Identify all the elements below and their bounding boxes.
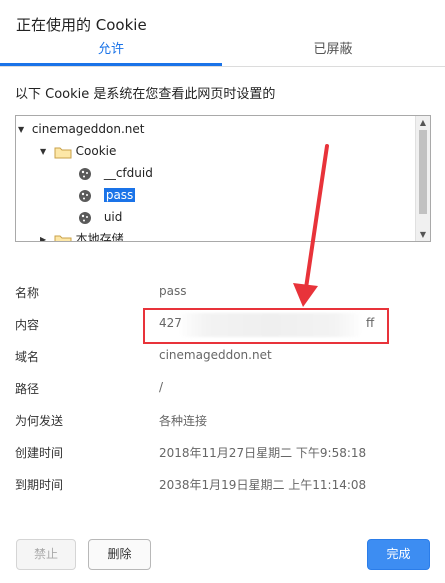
expand-triangle-icon[interactable]: ▼: [18, 120, 28, 140]
block-button[interactable]: 禁止: [16, 539, 76, 570]
cookie-icon: [78, 211, 92, 225]
tree-item-folder-label: Cookie: [75, 144, 117, 158]
cookie-tree[interactable]: ▼ cinemageddon.net ▼ Cookie __cfduid pas…: [15, 115, 431, 242]
cookie-description: 以下 Cookie 是系统在您查看此网页时设置的: [15, 87, 276, 102]
detail-label-domain: 域名: [15, 350, 40, 364]
cookie-icon: [78, 189, 92, 203]
detail-value-send-for: 各种连接: [159, 414, 208, 428]
tree-item-cookie-label: uid: [103, 210, 123, 224]
tree-item-site-label: cinemageddon.net: [31, 122, 145, 136]
tree-item-site[interactable]: ▼ cinemageddon.net: [18, 119, 144, 139]
cookie-icon: [78, 167, 92, 181]
tab-divider: [0, 66, 445, 67]
detail-label-content: 内容: [15, 318, 40, 332]
tree-scrollbar[interactable]: ▲ ▼: [415, 116, 430, 241]
collapse-triangle-icon[interactable]: ▶: [40, 230, 50, 242]
detail-value-expires: 2038年1月19日星期二 上午11:14:08: [159, 478, 367, 492]
tree-item-cookie-label: pass: [103, 188, 136, 202]
content-highlight-box: [143, 308, 389, 344]
detail-label-path: 路径: [15, 382, 40, 396]
folder-icon: [54, 233, 72, 241]
detail-value-domain: cinemageddon.net: [159, 348, 272, 362]
dialog-title: 正在使用的 Cookie: [16, 16, 147, 34]
detail-value-name: pass: [159, 284, 187, 298]
delete-button[interactable]: 删除: [88, 539, 151, 570]
tree-item-local-storage[interactable]: ▶ 本地存储: [40, 229, 124, 242]
tree-item-cookie-folder[interactable]: ▼ Cookie: [40, 141, 116, 161]
detail-value-path: /: [159, 380, 164, 394]
detail-label-send-for: 为何发送: [15, 414, 64, 428]
expand-triangle-icon[interactable]: ▼: [40, 142, 50, 162]
tree-item-cookie[interactable]: uid: [78, 207, 122, 227]
folder-icon: [54, 145, 72, 159]
detail-label-expires: 到期时间: [15, 478, 64, 492]
tab-blocked[interactable]: 已屏蔽: [222, 40, 444, 66]
scroll-down-icon[interactable]: ▼: [416, 230, 430, 239]
done-button[interactable]: 完成: [367, 539, 430, 570]
tree-item-cookie-selected[interactable]: pass: [78, 185, 136, 205]
detail-label-created: 创建时间: [15, 446, 64, 460]
tree-item-cookie-label: __cfduid: [103, 166, 153, 180]
tab-bar: 允许 已屏蔽: [0, 40, 445, 67]
scroll-up-icon[interactable]: ▲: [416, 118, 430, 127]
detail-value-created: 2018年11月27日星期二 下午9:58:18: [159, 446, 367, 460]
scrollbar-thumb[interactable]: [419, 130, 427, 214]
tree-item-cookie[interactable]: __cfduid: [78, 163, 153, 183]
tree-item-local-storage-label: 本地存储: [75, 232, 124, 242]
detail-label-name: 名称: [15, 286, 40, 300]
